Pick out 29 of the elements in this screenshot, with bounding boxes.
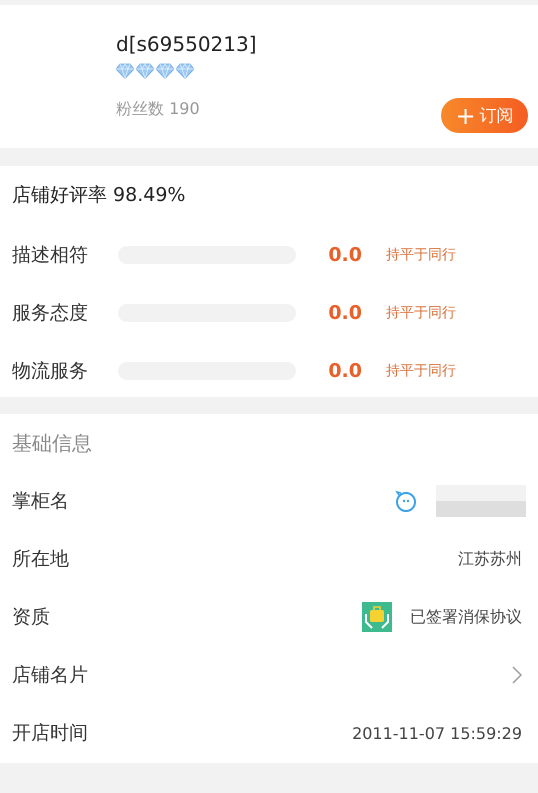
rating-label: 服务态度 (12, 301, 89, 326)
info-label: 资质 (12, 605, 50, 630)
diamond-icon (136, 63, 154, 79)
rating-score: 0.0 (327, 360, 362, 382)
info-value: 2011-11-07 15:59:29 (352, 724, 522, 742)
rating-label: 物流服务 (12, 359, 89, 384)
info-label: 店铺名片 (12, 663, 88, 688)
info-label: 开店时间 (12, 721, 88, 746)
rating-compare: 持平于同行 (386, 304, 456, 322)
smiley-chat-icon[interactable] (394, 489, 418, 513)
rating-compare: 持平于同行 (386, 246, 456, 264)
rating-summary: 店铺好评率 98.49% (12, 183, 186, 208)
diamond-icon (176, 63, 194, 79)
fans-count: 粉丝数 190 (116, 99, 201, 120)
rating-label: 描述相符 (12, 243, 89, 268)
subscribe-button[interactable]: + 订阅 (441, 98, 528, 133)
diamond-icon (156, 63, 174, 79)
rating-compare: 持平于同行 (386, 362, 456, 380)
shield-bag-icon (362, 602, 392, 632)
chevron-right-icon[interactable] (512, 666, 522, 684)
info-value: 江苏苏州 (458, 548, 522, 570)
rating-score: 0.0 (327, 244, 362, 266)
diamond-icon (116, 63, 134, 79)
info-label: 所在地 (12, 547, 69, 572)
info-label: 掌柜名 (12, 489, 69, 514)
info-value: 已签署消保协议 (410, 606, 522, 628)
rating-score: 0.0 (327, 302, 362, 324)
shop-name: d[s69550213] (116, 31, 257, 57)
section-title: 基础信息 (12, 430, 93, 457)
